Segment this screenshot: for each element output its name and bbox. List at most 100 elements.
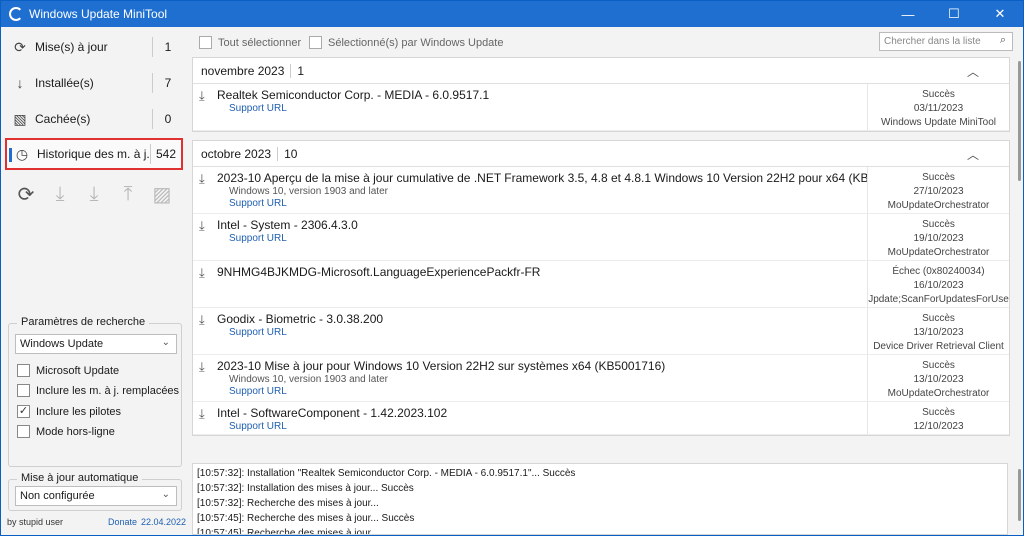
list-scrollbar[interactable] [1016, 57, 1023, 459]
update-date: 19/10/2023 [913, 233, 964, 244]
donate-link[interactable]: Donate [108, 517, 137, 527]
support-url-link[interactable]: Support URL [229, 327, 867, 338]
update-status-cell: Échec (0x80240034) 16/10/2023 Jpdate;ScanF… [867, 261, 1009, 307]
search-input[interactable]: Chercher dans la liste ⌕ [879, 32, 1013, 51]
chevron-up-icon[interactable]: ︿ [967, 63, 979, 80]
window-title: Windows Update MiniTool [29, 7, 168, 21]
list-item[interactable]: ⤓ Intel - System - 2306.4.3.0 Support URL S… [193, 214, 1009, 261]
include-superseded-checkbox[interactable]: Inclure les m. à j. remplacées [17, 384, 179, 397]
update-source-select[interactable]: Windows Update ⌄ [15, 334, 177, 354]
checkbox-label: Mode hors-ligne [36, 425, 115, 438]
scrollbar-thumb[interactable] [1018, 469, 1021, 521]
update-source: Device Driver Retrieval Client [873, 341, 1004, 352]
list-item[interactable]: ⤓ Goodix - Biometric - 3.0.38.200 Support … [193, 308, 1009, 355]
checkbox-box [17, 384, 30, 397]
list-item[interactable]: ⤓ 2023-10 Mise à jour pour Windows 10 Ver… [193, 355, 1009, 402]
list-item[interactable]: ⤓ Intel - SoftwareComponent - 1.42.2023.1… [193, 402, 1009, 435]
include-drivers-checkbox[interactable]: ✓ Inclure les pilotes [17, 405, 121, 418]
sidebar-item-count: 7 [164, 76, 172, 90]
update-status: Succès [922, 360, 955, 371]
install-icon[interactable]: ⤓ [77, 179, 111, 209]
app-logo-icon [9, 7, 23, 21]
sidebar-item-label: Mise(s) à jour [35, 40, 108, 54]
search-placeholder: Chercher dans la liste [884, 36, 981, 47]
update-status-cell: Succès 03/11/2023 Windows Update MiniTool [867, 84, 1009, 130]
update-name: Intel - System - 2306.4.3.0 [217, 218, 358, 232]
search-icon[interactable]: ⌕ [1000, 34, 1006, 47]
checkbox-box [17, 425, 30, 438]
hide-icon[interactable]: ▨ [145, 179, 179, 209]
select-by-wu-checkbox[interactable]: Sélectionné(s) par Windows Update [309, 36, 503, 49]
checkbox-label: Tout sélectionner [218, 36, 302, 49]
group-header[interactable]: octobre 2023 10 ︿ [193, 141, 1009, 167]
support-url-link[interactable]: Support URL [229, 233, 867, 244]
maximize-button[interactable]: ☐ [931, 1, 977, 27]
close-button[interactable]: ✕ [977, 1, 1023, 27]
update-source: MoUpdateOrchestrator [887, 247, 990, 258]
list-item[interactable]: ⤓ 2023-10 Aperçu de la mise à jour cumula… [193, 167, 1009, 214]
list-item[interactable]: ⤓ 9NHMG4BJKMDG-Microsoft.LanguageExperien… [193, 261, 1009, 308]
checkbox-label: Microsoft Update [36, 364, 120, 377]
download-icon: ⤓ [199, 359, 205, 374]
refresh-icon[interactable]: ⟳ [9, 179, 43, 209]
scrollbar-thumb[interactable] [1018, 61, 1021, 181]
footer: by stupid user Donate 22.04.2022 [7, 517, 186, 527]
update-name: 9NHMG4BJKMDG-Microsoft.LanguageExperienc… [217, 265, 541, 279]
search-params-legend: Paramètres de recherche [17, 316, 150, 328]
auto-update-value: Non configurée [20, 490, 95, 502]
support-url-link[interactable]: Support URL [229, 198, 867, 209]
history-icon: ◷ [15, 145, 29, 162]
refresh-icon: ⟳ [14, 38, 26, 55]
sidebar-item-installed[interactable]: ↓ Installée(s) 7 [5, 67, 183, 99]
update-source: MoUpdateOrchestrator [887, 200, 990, 211]
update-group: octobre 2023 10 ︿ ⤓ 2023-10 Aperçu de la mis… [192, 140, 1010, 436]
update-subtitle: Windows 10, version 1903 and later [229, 186, 388, 197]
sidebar-item-history[interactable]: ◷ Historique des m. à j. 542 [5, 138, 183, 170]
sidebar-item-hidden[interactable]: ▧ Cachée(s) 0 [5, 103, 183, 135]
group-header[interactable]: novembre 2023 1 ︿ [193, 58, 1009, 84]
support-url-link[interactable]: Support URL [229, 421, 867, 432]
update-status-cell: Succès 27/10/2023 MoUpdateOrchestrator [867, 167, 1009, 213]
update-date: 12/10/2023 [913, 421, 964, 432]
download-icon: ⤓ [199, 88, 205, 103]
auto-update-group: Mise à jour automatique Non configurée ⌄ [8, 472, 182, 511]
auto-update-select[interactable]: Non configurée ⌄ [15, 486, 177, 506]
checkbox-label: Inclure les pilotes [36, 405, 121, 418]
chevron-down-icon: ⌄ [161, 489, 170, 500]
update-group: novembre 2023 1 ︿ ⤓ Realtek Semiconductor Co… [192, 57, 1010, 132]
offline-mode-checkbox[interactable]: Mode hors-ligne [17, 425, 115, 438]
update-subtitle: Windows 10, version 1903 and later [229, 374, 388, 385]
list-item[interactable]: ⤓ Realtek Semiconductor Corp. - MEDIA - 6… [193, 84, 1009, 131]
download-icon[interactable]: ⤓ [43, 179, 77, 209]
update-date: 27/10/2023 [913, 186, 964, 197]
support-url-link[interactable]: Support URL [229, 386, 867, 397]
upload-icon[interactable]: ⤒ [111, 179, 145, 209]
log-line: [10:57:45]: Recherche des mises à jour..… [197, 528, 379, 535]
minimize-button[interactable]: — [885, 1, 931, 27]
sidebar-item-count: 0 [164, 112, 172, 126]
title-bar: Windows Update MiniTool — ☐ ✕ [1, 1, 1023, 27]
update-name: Intel - SoftwareComponent - 1.42.2023.10… [217, 406, 448, 420]
app-window: Windows Update MiniTool — ☐ ✕ ⟳ Mise(s) … [0, 0, 1024, 536]
group-name: novembre 2023 [201, 63, 285, 78]
update-status: Succès [922, 407, 955, 418]
microsoft-update-checkbox[interactable]: Microsoft Update [17, 364, 119, 377]
download-icon: ⤓ [199, 312, 205, 327]
update-date: 13/10/2023 [913, 374, 964, 385]
update-date: 13/10/2023 [913, 327, 964, 338]
checkbox-label: Sélectionné(s) par Windows Update [328, 36, 504, 49]
download-icon: ⤓ [199, 406, 205, 421]
select-all-checkbox[interactable]: Tout sélectionner [199, 36, 301, 49]
update-source: Windows Update MiniTool [880, 117, 997, 128]
log-scrollbar[interactable] [1016, 463, 1023, 535]
update-status: Succès [922, 89, 955, 100]
chevron-up-icon[interactable]: ︿ [967, 146, 979, 163]
group-count: 1 [297, 63, 305, 78]
group-count: 10 [284, 146, 298, 161]
support-url-link[interactable]: Support URL [229, 103, 867, 114]
sidebar-item-updates[interactable]: ⟳ Mise(s) à jour 1 [5, 31, 183, 63]
update-name: Realtek Semiconductor Corp. - MEDIA - 6.… [217, 88, 490, 102]
action-toolbar: ⟳ ⤓ ⤓ ⤒ ▨ [9, 179, 179, 209]
update-status: Échec (0x80240034) [892, 266, 985, 277]
log-line: [10:57:45]: Recherche des mises à jour..… [197, 513, 415, 524]
